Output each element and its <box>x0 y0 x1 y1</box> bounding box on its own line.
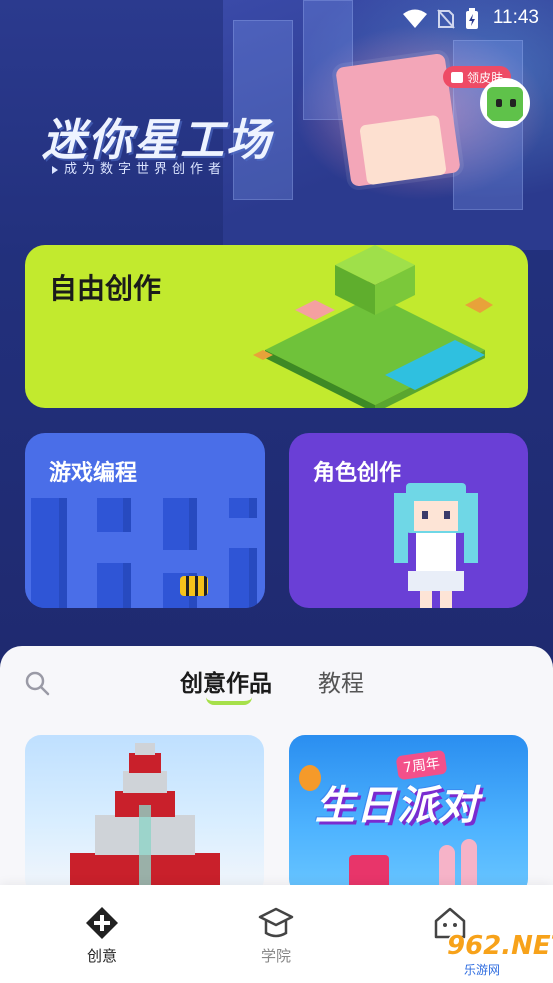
tab-creative-works[interactable]: 创意作品 <box>180 664 272 698</box>
app-logo-subtitle: 成为数字世界创作者 <box>52 158 226 177</box>
bee-icon <box>180 576 208 596</box>
character-create-title: 角色创作 <box>313 461 402 486</box>
nav-school[interactable]: 学院 <box>216 885 336 983</box>
birthday-party-title: 生日派对 <box>315 783 479 829</box>
nav-create-label: 创意 <box>86 947 117 965</box>
gift-icon <box>451 71 463 83</box>
character-illustration <box>394 483 478 608</box>
free-create-card[interactable]: 自由创作 <box>25 245 528 408</box>
nav-create[interactable]: 创意 <box>42 885 162 983</box>
game-programming-card[interactable]: 游戏编程 <box>25 433 265 608</box>
create-icon <box>86 907 118 939</box>
status-time: 11:43 <box>492 7 539 28</box>
work-thumbnail-tower[interactable] <box>25 735 264 895</box>
balloon-icon <box>299 765 321 791</box>
nav-school-label: 学院 <box>260 947 291 965</box>
no-sim-icon <box>437 9 455 29</box>
active-tab-indicator <box>206 697 252 705</box>
battery-charging-icon <box>466 8 478 29</box>
free-create-title: 自由创作 <box>49 272 162 305</box>
character-create-card[interactable]: 角色创作 <box>289 433 528 608</box>
site-watermark: 962.NET 乐游网 <box>447 931 553 978</box>
search-icon[interactable] <box>24 670 50 696</box>
island-illustration <box>253 245 493 408</box>
avatar[interactable] <box>480 78 530 128</box>
school-icon <box>258 907 294 938</box>
status-bar: 11:43 <box>0 0 553 38</box>
tab-tutorials[interactable]: 教程 <box>318 664 364 698</box>
work-thumbnail-birthday-party[interactable]: 7周年 生日派对 <box>289 735 528 895</box>
game-programming-title: 游戏编程 <box>49 461 138 486</box>
bottom-nav: 创意 学院 962.NET 乐游网 <box>0 885 553 983</box>
wifi-icon <box>403 9 427 28</box>
